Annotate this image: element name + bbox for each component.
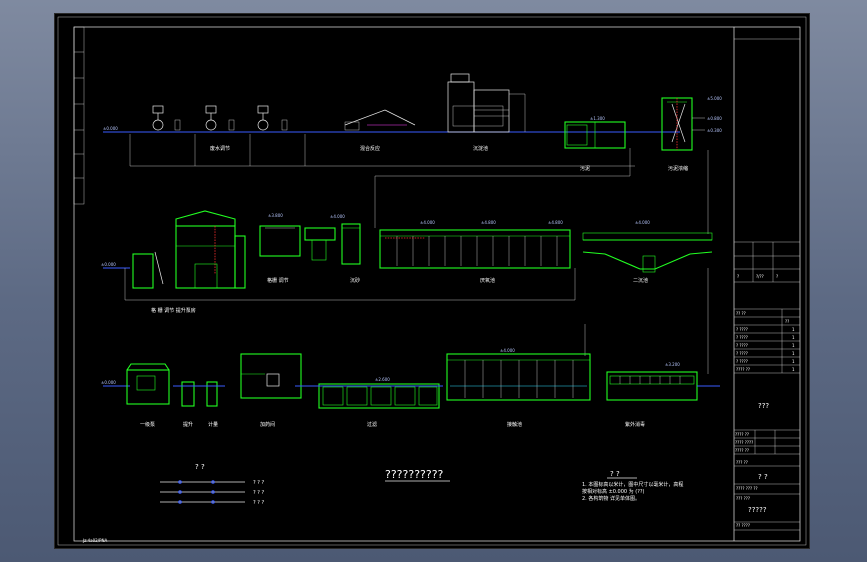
row3-label-6: 紫外消毒 [625,421,645,428]
sign-row-0: ???? ?? [735,432,749,437]
row1-label-0: 废水调节 [210,145,230,152]
row2-label-3: 二沉池 [633,277,648,284]
svg-text:±4.000: ±4.000 [635,220,650,225]
tb-drawing-title: ? ? [758,473,768,481]
svg-text:±4.800: ±4.800 [481,220,496,225]
row1-label-1: 混合反应 [360,145,380,152]
sign-row-2: ???? ?? [735,448,749,453]
rev-col-1: ?/?? [756,274,764,279]
title-block: ? ?/?? ? ?? ?? ?? ? ???? 1 ? ???? 1 ? ??… [733,27,800,541]
contact-tank: ±4.000 [446,348,591,401]
svg-text:±4.800: ±4.800 [548,220,563,225]
process-flow-drawing: ±0.000 ±1.300 ±0.800 ±0.300 ±5.000 废水调节 … [57,16,807,546]
legend-row-0: ? ? ? [253,480,264,486]
company-name: ??? [758,402,769,410]
part-qty-5: 1 [792,367,795,372]
legend-title: ? ? [195,463,205,471]
svg-text:±2.600: ±2.600 [375,377,390,382]
notes-line-2: 2. 各构筑物 详见单体图。 [582,495,640,502]
row1-label-4: 污泥浓缩 [668,165,688,172]
main-title: ?????????? [385,468,450,482]
svg-text:±0.300: ±0.300 [707,128,722,133]
binding-strip [73,26,85,205]
notes-title: ? ? [610,470,620,478]
part-name-1: ? ???? [736,335,748,340]
tb-bottom-row: ?? ???? [736,523,750,528]
svg-text:±5.000: ±5.000 [707,96,722,101]
secondary-clarifier: ±4.000 [582,220,713,273]
parts-header-0: ?? ?? [736,311,746,316]
outer-frame [57,16,807,546]
anaerobic-tank: ±4.000 ±4.800 ±4.800 [379,220,571,269]
dewatering-building [447,73,526,133]
row1-label-2: 沉淀池 [473,145,488,152]
notes-line-0: 1. 本图标高以米计，图中尺寸以毫米计，高程 [582,481,683,488]
svg-text:±3.200: ±3.200 [665,362,680,367]
inner-frame [73,26,801,542]
sign-row-1: ???? ???? [735,440,753,445]
row3-label-1: 提升 [183,421,193,428]
legend-row-2: ? ? ? [253,500,264,506]
part-name-5: ???? ?? [736,367,750,372]
part-name-4: ? ???? [736,359,748,364]
tb-drawing-no: ????? [748,506,767,514]
svg-text:±4.000: ±4.000 [420,220,435,225]
row3-label-4: 过滤 [367,421,377,428]
svg-text:±4.000: ±4.000 [330,214,345,219]
dosing-building [240,353,302,399]
svg-text:±0.000: ±0.000 [101,262,116,267]
scale-label: ??? ?? [736,460,748,465]
part-name-2: ? ???? [736,343,748,348]
row2-label-2: 厌氧池 [480,277,495,284]
screen-building [132,210,246,289]
row1-process-line: ±0.000 ±1.300 ±0.800 ±0.300 ±5.000 废水调节 … [103,73,722,234]
notes: ? ? 1. 本图标高以米计，图中尺寸以毫米计，高程 按相对标高 ±0.000 … [582,470,683,502]
part-qty-4: 1 [792,359,795,364]
drawing-sheet: ±0.000 ±1.300 ±0.800 ±0.300 ±5.000 废水调节 … [54,13,810,549]
row1-label-3: 污泥 [580,165,590,172]
tb-sheet-label: ??? ??? [736,496,750,501]
pump-group [152,105,288,131]
part-qty-1: 1 [792,335,795,340]
svg-text:±3.800: ±3.800 [268,213,283,218]
row3-label-3: 加药间 [260,421,275,428]
svg-text:±1.300: ±1.300 [590,116,605,121]
legend: ? ? ? ? ? ? ? ? ? ? ? [160,463,264,506]
filter-tanks: ±2.600 [295,377,443,409]
row3-label-2: 计量 [208,421,218,428]
part-name-0: ? ???? [736,327,748,332]
row2-label-1: 沉砂 [350,277,360,284]
drawing-main-title: ?????????? [385,468,444,481]
part-qty-3: 1 [792,351,795,356]
row3-label-5: 接触池 [507,421,522,428]
legend-row-1: ? ? ? [253,490,264,496]
row2-label-0: 格栅 调节 [267,277,289,284]
part-qty-0: 1 [792,327,795,332]
row2-bottom-label: 格 栅 调节 提升泵房 [151,307,196,314]
row3-process-line: ±0.000 ±2.600 ±4.000 ±3.200 一级泵 提升 计量 加药… [101,348,720,428]
svg-text:±4.000: ±4.000 [500,348,515,353]
row2-process-line: ±0.000 ±4.000 ±3.800 ±4.000 ±4.800 ±4.80… [101,210,713,374]
part-name-3: ? ???? [736,351,748,356]
distribution-well [341,223,361,265]
grit-chamber: ±4.000 ±3.800 [259,213,345,261]
rev-col-2: ? [776,274,778,279]
part-qty-2: 1 [792,343,795,348]
row3-label-0: 一级泵 [140,421,155,428]
svg-text:±0.800: ±0.800 [707,116,722,121]
tb-meta-row: ???? ??? ?? [736,486,758,491]
notes-line-1: 按相对标高 ±0.000 为 (??) [582,488,645,495]
uv-disinfection: ±3.200 [606,362,720,401]
rev-col-0: ? [737,274,739,279]
svg-text:±0.000: ±0.000 [103,126,118,131]
lift-pump-house [126,363,225,407]
parts-header-1: ?? [785,319,789,324]
bottom-left-text: Jz:4a02/PNA [82,538,107,543]
svg-text:±0.000: ±0.000 [101,380,116,385]
sludge-thickener: ±0.800 ±0.300 ±5.000 [661,96,722,151]
